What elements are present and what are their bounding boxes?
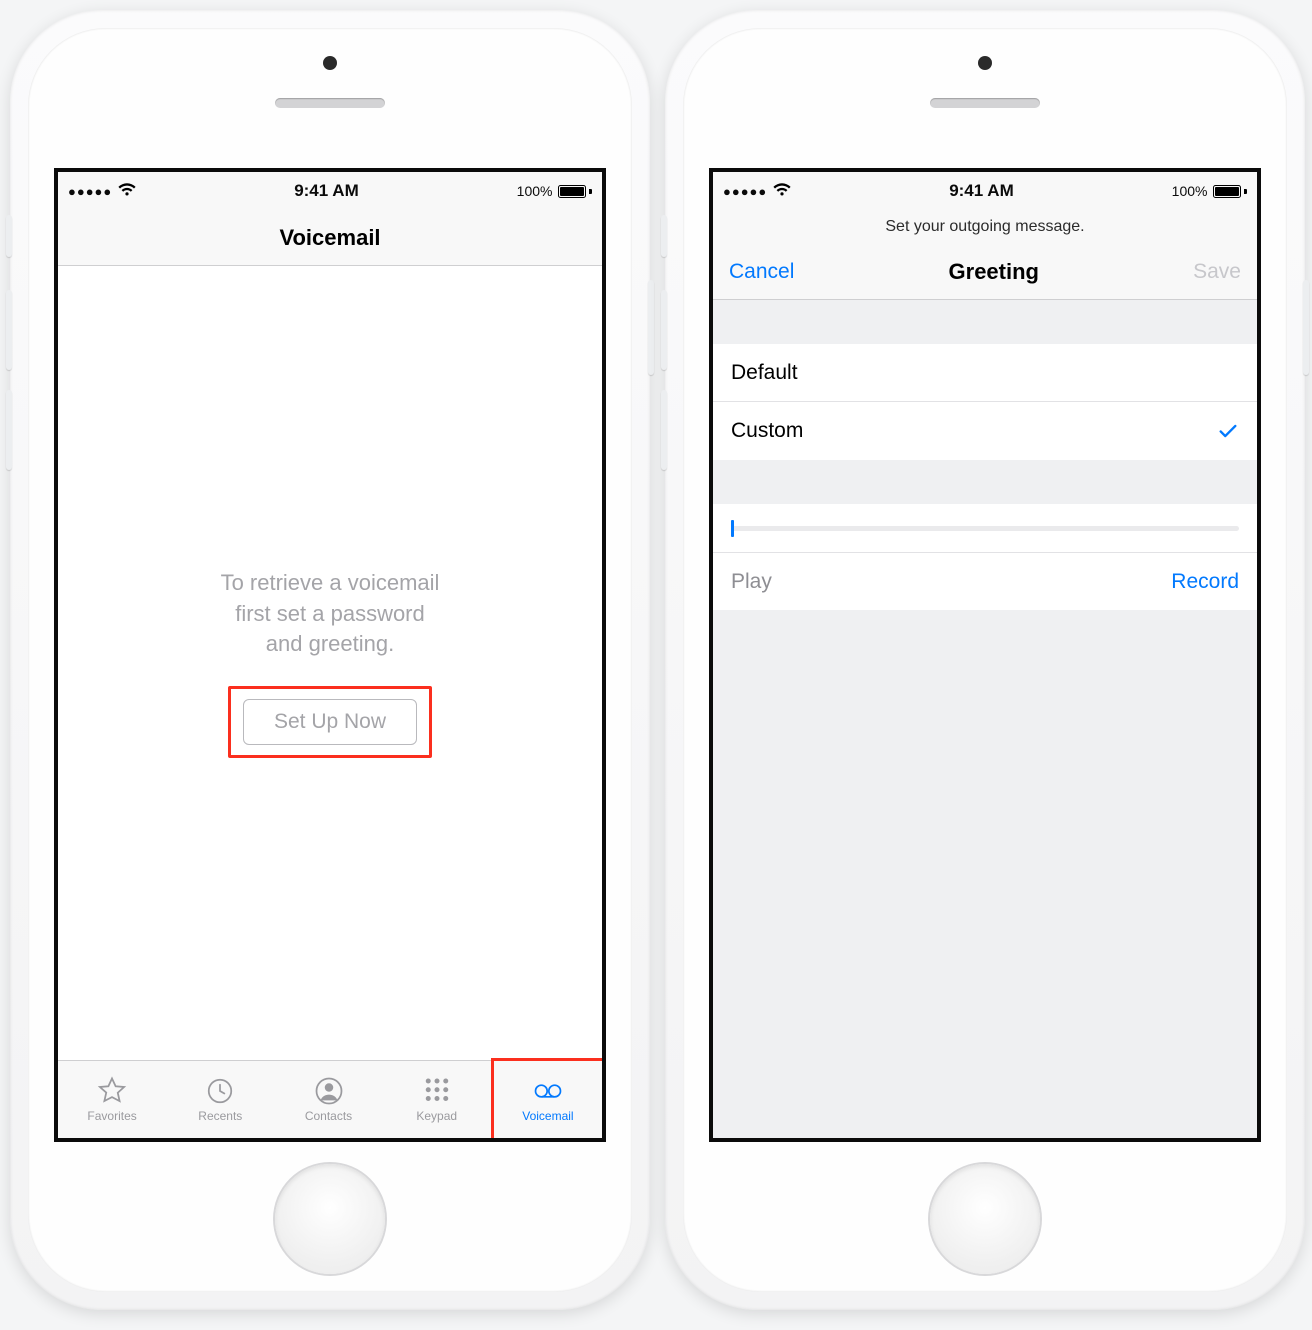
status-time: 9:41 AM xyxy=(949,181,1014,201)
playback-actions: Play Record xyxy=(713,552,1257,610)
nav-title: Greeting xyxy=(949,259,1039,285)
greeting-settings: Default Custom xyxy=(713,300,1257,1138)
earpiece-speaker xyxy=(930,98,1040,108)
nav-bar: Cancel Greeting Save xyxy=(713,244,1257,300)
front-camera xyxy=(323,56,337,70)
empty-line-2: first set a password xyxy=(221,599,440,630)
battery-icon xyxy=(1213,185,1247,198)
tab-bar: Favorites Recents Contacts xyxy=(58,1060,602,1138)
nav-title: Voicemail xyxy=(279,225,380,251)
screen-right: ●●●●● 9:41 AM 100% Set your outgoi xyxy=(709,168,1261,1142)
signal-dots-icon: ●●●●● xyxy=(68,184,112,199)
iphone-device-left: ●●●●● 9:41 AM 100% Voicemail xyxy=(10,10,650,1310)
earpiece-speaker xyxy=(275,98,385,108)
volume-up-button xyxy=(6,290,12,370)
subheader-text: Set your outgoing message. xyxy=(885,218,1084,236)
progress-cursor xyxy=(731,520,734,537)
power-button xyxy=(1303,280,1309,375)
progress-track xyxy=(731,526,1239,531)
tab-favorites[interactable]: Favorites xyxy=(58,1061,166,1138)
set-up-now-button[interactable]: Set Up Now xyxy=(243,699,417,745)
volume-down-button xyxy=(661,390,667,470)
tab-recents[interactable]: Recents xyxy=(166,1061,274,1138)
mute-switch xyxy=(661,215,667,257)
battery-icon xyxy=(558,185,592,198)
wifi-icon xyxy=(773,183,791,200)
volume-up-button xyxy=(661,290,667,370)
greeting-options-group: Default Custom xyxy=(713,344,1257,460)
contact-icon xyxy=(314,1076,344,1106)
home-button[interactable] xyxy=(930,1164,1040,1274)
voicemail-empty-state: To retrieve a voicemail first set a pass… xyxy=(58,266,602,1060)
option-default[interactable]: Default xyxy=(713,344,1257,402)
clock-icon xyxy=(205,1076,235,1106)
nav-bar: Voicemail xyxy=(58,210,602,266)
mute-switch xyxy=(6,215,12,257)
front-camera xyxy=(978,56,992,70)
empty-line-3: and greeting. xyxy=(221,629,440,660)
highlight-box-setup: Set Up Now xyxy=(228,686,432,758)
tab-label: Recents xyxy=(198,1109,242,1123)
save-button[interactable]: Save xyxy=(1193,260,1241,284)
cancel-button[interactable]: Cancel xyxy=(729,260,794,284)
option-custom[interactable]: Custom xyxy=(713,402,1257,460)
empty-line-1: To retrieve a voicemail xyxy=(221,568,440,599)
tab-label: Voicemail xyxy=(522,1109,573,1123)
star-icon xyxy=(97,1076,127,1106)
tab-keypad[interactable]: Keypad xyxy=(383,1061,491,1138)
tab-contacts[interactable]: Contacts xyxy=(274,1061,382,1138)
two-device-comparison: ●●●●● 9:41 AM 100% Voicemail xyxy=(0,0,1312,1330)
status-time: 9:41 AM xyxy=(294,181,359,201)
option-label: Custom xyxy=(731,419,803,443)
checkmark-icon xyxy=(1217,420,1239,442)
power-button xyxy=(648,280,654,375)
tab-voicemail[interactable]: Voicemail xyxy=(494,1061,602,1138)
subheader: Set your outgoing message. xyxy=(713,210,1257,244)
volume-down-button xyxy=(6,390,12,470)
tab-label: Contacts xyxy=(305,1109,352,1123)
home-button[interactable] xyxy=(275,1164,385,1274)
signal-dots-icon: ●●●●● xyxy=(723,184,767,199)
battery-percent: 100% xyxy=(1172,183,1208,199)
iphone-device-right: ●●●●● 9:41 AM 100% Set your outgoi xyxy=(665,10,1305,1310)
play-button[interactable]: Play xyxy=(731,570,772,594)
tab-label: Keypad xyxy=(416,1109,457,1123)
keypad-icon xyxy=(422,1076,452,1106)
wifi-icon xyxy=(118,183,136,200)
record-button[interactable]: Record xyxy=(1171,570,1239,594)
status-bar: ●●●●● 9:41 AM 100% xyxy=(713,172,1257,210)
empty-state-text: To retrieve a voicemail first set a pass… xyxy=(221,568,440,660)
tab-label: Favorites xyxy=(87,1109,136,1123)
playback-progress[interactable] xyxy=(713,504,1257,552)
screen-left: ●●●●● 9:41 AM 100% Voicemail xyxy=(54,168,606,1142)
highlight-box-voicemail-tab: Voicemail xyxy=(491,1058,605,1141)
option-label: Default xyxy=(731,361,798,385)
voicemail-icon xyxy=(533,1076,563,1106)
battery-percent: 100% xyxy=(517,183,553,199)
status-bar: ●●●●● 9:41 AM 100% xyxy=(58,172,602,210)
